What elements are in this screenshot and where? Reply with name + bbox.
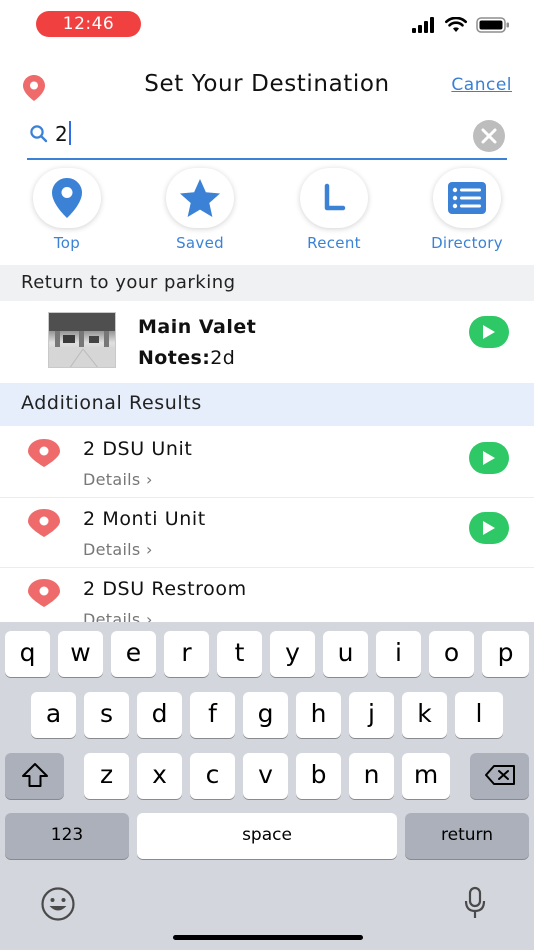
key-x[interactable]: x	[137, 753, 182, 799]
result-name: 2 DSU Restroom	[83, 578, 247, 600]
location-pin-icon	[27, 578, 61, 612]
key-v[interactable]: v	[243, 753, 288, 799]
play-icon	[483, 521, 495, 535]
backspace-key[interactable]	[470, 753, 529, 799]
return-key[interactable]: return	[405, 813, 529, 859]
key-b[interactable]: b	[296, 753, 341, 799]
home-indicator	[173, 935, 363, 940]
result-item[interactable]: 2 Monti Unit Details ›	[0, 498, 534, 568]
go-button[interactable]	[469, 512, 509, 544]
parking-section-heading: Return to your parking	[0, 265, 534, 301]
key-d[interactable]: d	[137, 692, 182, 738]
search-query-text: 2	[55, 122, 68, 146]
space-key[interactable]: space	[137, 813, 397, 859]
tab-top-label: Top	[53, 234, 81, 252]
numbers-key[interactable]: 123	[5, 813, 129, 859]
key-p[interactable]: p	[482, 631, 529, 677]
result-details-link[interactable]: Details ›	[83, 540, 153, 559]
key-k[interactable]: k	[402, 692, 447, 738]
key-r[interactable]: r	[164, 631, 209, 677]
parking-photo	[48, 312, 116, 368]
tab-recent-label: Recent	[307, 234, 361, 252]
key-o[interactable]: o	[429, 631, 474, 677]
result-item[interactable]: 2 DSU Restroom Details ›	[0, 568, 534, 624]
parking-notes: Notes:2d	[138, 347, 235, 369]
results-section-heading: Additional Results	[0, 383, 534, 426]
shift-key[interactable]	[5, 753, 64, 799]
backspace-icon	[484, 765, 515, 785]
tab-saved-label: Saved	[176, 234, 224, 252]
recent-icon	[300, 168, 368, 228]
key-n[interactable]: n	[349, 753, 394, 799]
go-button[interactable]	[469, 316, 509, 348]
key-c[interactable]: c	[190, 753, 235, 799]
key-z[interactable]: z	[84, 753, 129, 799]
parking-name: Main Valet	[138, 316, 257, 338]
tab-directory-label: Directory	[431, 234, 503, 252]
tab-saved[interactable]: Saved	[150, 168, 250, 252]
cancel-button[interactable]: Cancel	[451, 75, 512, 95]
key-w[interactable]: w	[58, 631, 103, 677]
go-button[interactable]	[469, 442, 509, 474]
search-field[interactable]: 2	[27, 114, 507, 160]
key-j[interactable]: j	[349, 692, 394, 738]
status-icons	[412, 16, 510, 34]
key-u[interactable]: u	[323, 631, 368, 677]
key-a[interactable]: a	[31, 692, 76, 738]
result-name: 2 Monti Unit	[83, 508, 206, 530]
search-input[interactable]: 2	[55, 121, 71, 146]
header: Set Your Destination Cancel	[0, 60, 534, 114]
play-icon	[483, 325, 495, 339]
key-i[interactable]: i	[376, 631, 421, 677]
parking-item[interactable]: Main Valet Notes:2d	[0, 301, 534, 383]
cellular-signal-icon	[412, 17, 434, 33]
parking-notes-label: Notes:	[138, 347, 211, 369]
key-h[interactable]: h	[296, 692, 341, 738]
text-caret	[68, 121, 71, 145]
quick-tabs: Top Saved Recent Directory	[0, 168, 534, 264]
results-list: 2 DSU Unit Details › 2 Monti Unit Detail…	[0, 428, 534, 624]
key-l[interactable]: l	[455, 692, 503, 738]
result-item[interactable]: 2 DSU Unit Details ›	[0, 428, 534, 498]
emoji-icon[interactable]	[40, 886, 76, 926]
wifi-icon	[445, 17, 467, 32]
tab-top[interactable]: Top	[17, 168, 117, 252]
play-icon	[483, 451, 495, 465]
directory-list-icon	[433, 168, 501, 228]
location-pin-icon	[27, 508, 61, 542]
key-q[interactable]: q	[5, 631, 50, 677]
clear-icon[interactable]	[472, 119, 506, 157]
result-details-link[interactable]: Details ›	[83, 470, 153, 489]
key-f[interactable]: f	[190, 692, 235, 738]
parking-notes-value: 2d	[210, 347, 236, 369]
key-s[interactable]: s	[84, 692, 129, 738]
location-pin-icon	[33, 168, 101, 228]
key-e[interactable]: e	[111, 631, 156, 677]
result-name: 2 DSU Unit	[83, 438, 193, 460]
battery-icon	[476, 17, 509, 33]
key-t[interactable]: t	[217, 631, 262, 677]
search-icon	[29, 124, 49, 148]
keyboard: q w e r t y u i o p a s d f g h j k l z …	[0, 622, 534, 950]
key-m[interactable]: m	[402, 753, 450, 799]
location-pin-icon	[27, 438, 61, 472]
microphone-icon[interactable]	[463, 886, 487, 924]
tab-directory[interactable]: Directory	[417, 168, 517, 252]
status-time: 12:46	[36, 11, 141, 37]
status-bar: 12:46	[0, 0, 534, 50]
star-icon	[166, 168, 234, 228]
key-g[interactable]: g	[243, 692, 288, 738]
tab-recent[interactable]: Recent	[284, 168, 384, 252]
shift-icon	[21, 763, 48, 787]
key-y[interactable]: y	[270, 631, 315, 677]
